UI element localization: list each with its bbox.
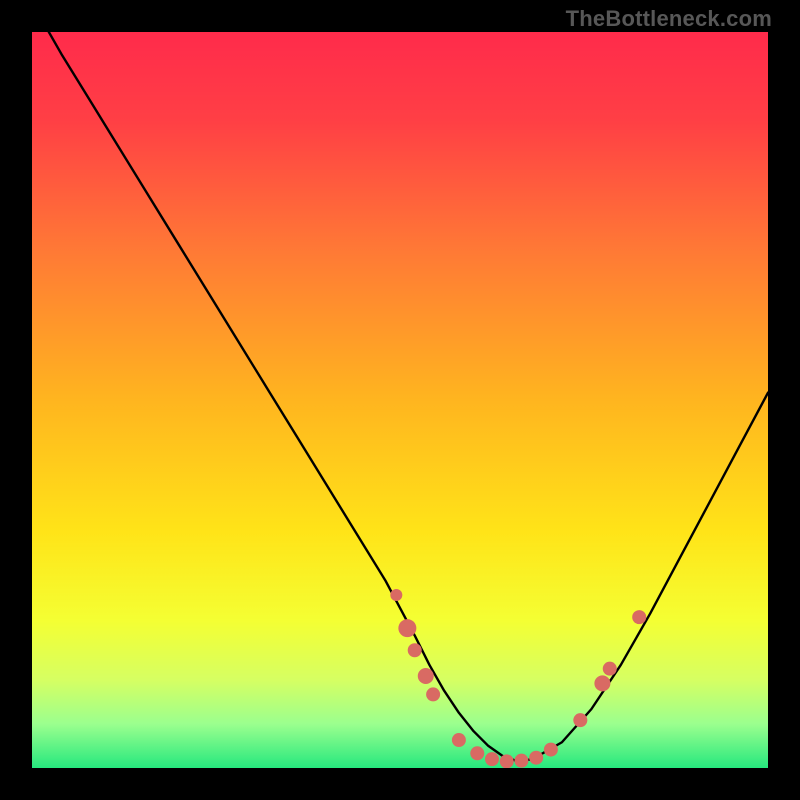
data-dot (408, 643, 422, 657)
data-dot (390, 589, 402, 601)
data-dot (632, 610, 646, 624)
data-dot (573, 713, 587, 727)
data-dot (594, 675, 610, 691)
gradient-rect (32, 32, 768, 768)
data-dot (500, 754, 514, 768)
data-dot (544, 743, 558, 757)
data-dot (485, 752, 499, 766)
data-dot (452, 733, 466, 747)
data-dot (426, 687, 440, 701)
data-dot (470, 746, 484, 760)
chart-container: TheBottleneck.com (0, 0, 800, 800)
data-dot (514, 754, 528, 768)
data-dot (398, 619, 416, 637)
data-dot (603, 662, 617, 676)
watermark-text: TheBottleneck.com (566, 6, 772, 32)
data-dot (529, 751, 543, 765)
data-dot (418, 668, 434, 684)
plot-area (32, 32, 768, 768)
chart-svg (32, 32, 768, 768)
